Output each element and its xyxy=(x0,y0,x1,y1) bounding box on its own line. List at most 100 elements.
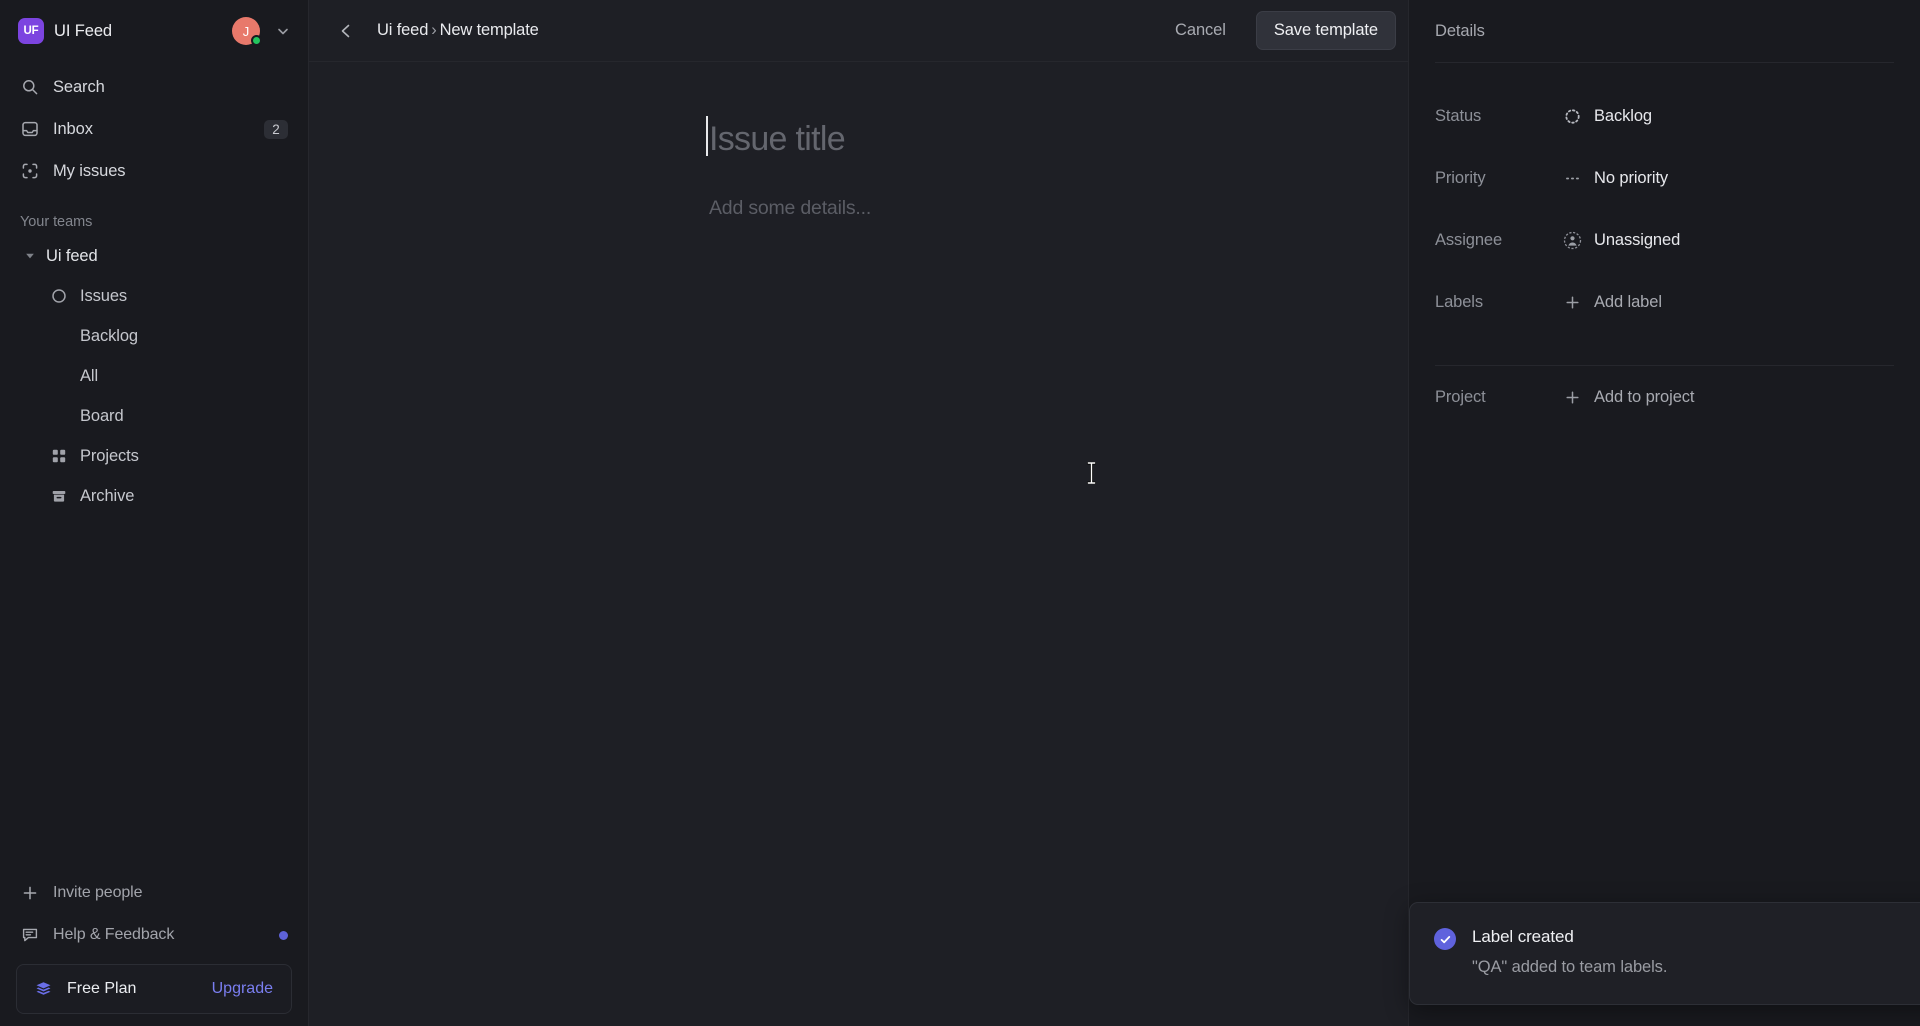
details-row-project: Project Add to project xyxy=(1435,366,1894,428)
plan-name: Free Plan xyxy=(67,980,137,997)
sidebar-item-label: All xyxy=(80,366,99,385)
unassigned-avatar-icon xyxy=(1562,230,1582,250)
status-selector[interactable]: Backlog xyxy=(1553,101,1661,131)
main-content: Ui feed › New template Cancel Save templat… xyxy=(309,0,1409,1026)
details-rows: Status Backlog Priority No priority Assi… xyxy=(1409,63,1920,428)
plan-card[interactable]: Free Plan Upgrade xyxy=(16,964,292,1014)
sidebar-item-projects[interactable]: Projects xyxy=(10,436,298,476)
inbox-icon xyxy=(20,119,40,139)
details-label: Priority xyxy=(1435,168,1486,187)
workspace-header[interactable]: UF UI Feed J xyxy=(0,0,308,62)
chevron-down-icon[interactable] xyxy=(272,20,294,42)
toast-notification: Label created "QA" added to team labels. xyxy=(1409,902,1920,1005)
details-label: Labels xyxy=(1435,292,1484,311)
sidebar-item-label: Projects xyxy=(80,446,139,465)
issue-description-placeholder: Add some details... xyxy=(709,197,872,219)
check-circle-icon xyxy=(1434,928,1456,950)
details-row-status: Status Backlog xyxy=(1435,85,1894,147)
your-teams-heading: Your teams xyxy=(20,214,93,230)
add-label-button[interactable]: Add label xyxy=(1553,287,1671,317)
add-to-project-text: Add to project xyxy=(1594,387,1695,406)
sidebar-team-ui-feed[interactable]: Ui feed xyxy=(10,236,298,276)
details-label: Status xyxy=(1435,106,1482,125)
details-label: Project xyxy=(1435,387,1486,406)
upgrade-link[interactable]: Upgrade xyxy=(212,980,273,998)
add-to-project-button[interactable]: Add to project xyxy=(1553,382,1703,412)
details-header: Details xyxy=(1435,21,1485,40)
issue-editor[interactable]: Issue title Add some details... xyxy=(309,62,1408,1026)
breadcrumb-team[interactable]: Ui feed xyxy=(377,21,428,39)
details-row-assignee: Assignee Unassigned xyxy=(1435,209,1894,271)
toast-body: Label created "QA" added to team labels. xyxy=(1472,927,1920,980)
breadcrumb: Ui feed › New template xyxy=(377,21,1145,40)
invite-people-button[interactable]: Invite people xyxy=(10,872,298,914)
details-gap xyxy=(1435,333,1894,365)
sidebar-item-archive[interactable]: Archive xyxy=(10,476,298,516)
issue-title-placeholder: Issue title xyxy=(709,120,846,158)
details-panel: Details Status Backlog Priority No prior… xyxy=(1409,0,1920,1026)
plus-icon xyxy=(1562,292,1582,312)
sidebar-item-label: Inbox xyxy=(53,119,93,138)
sidebar-item-inbox[interactable]: Inbox 2 xyxy=(10,108,298,150)
breadcrumb-separator: › xyxy=(431,21,437,39)
chevron-left-icon[interactable] xyxy=(331,16,361,46)
toast-title: Label created xyxy=(1472,927,1574,946)
priority-value: No priority xyxy=(1594,168,1669,187)
plus-icon xyxy=(20,883,40,903)
invite-people-label: Invite people xyxy=(53,884,143,901)
assignee-selector[interactable]: Unassigned xyxy=(1553,225,1689,255)
sidebar-footer: Invite people Help & Feedback Free Plan … xyxy=(0,872,308,1026)
caret-down-icon[interactable] xyxy=(22,248,38,264)
priority-selector[interactable]: No priority xyxy=(1553,163,1677,193)
plus-icon xyxy=(1562,387,1582,407)
issue-description-input[interactable]: Add some details... xyxy=(709,197,1408,220)
save-template-button[interactable]: Save template xyxy=(1255,11,1396,50)
workspace-name: UI Feed xyxy=(54,21,112,40)
toast-message: "QA" added to team labels. xyxy=(1472,958,1668,976)
status-value: Backlog xyxy=(1594,106,1653,125)
help-feedback-button[interactable]: Help & Feedback xyxy=(10,914,298,956)
text-caret xyxy=(706,116,708,156)
sidebar-team-label: Ui feed xyxy=(46,246,98,265)
sidebar-item-label: Archive xyxy=(80,486,135,505)
issue-title-input[interactable]: Issue title xyxy=(706,116,1408,162)
sidebar-item-all[interactable]: All xyxy=(10,356,298,396)
projects-grid-icon xyxy=(50,447,68,465)
help-feedback-label: Help & Feedback xyxy=(53,926,175,943)
sidebar-item-label: Search xyxy=(53,77,105,96)
sidebar: UF UI Feed J Search Inbox 2 My issues Yo… xyxy=(0,0,309,1026)
app-root: UF UI Feed J Search Inbox 2 My issues Yo… xyxy=(0,0,1920,1026)
details-label: Assignee xyxy=(1435,230,1503,249)
sidebar-item-backlog[interactable]: Backlog xyxy=(10,316,298,356)
search-icon xyxy=(20,77,40,97)
no-priority-dots-icon xyxy=(1562,168,1582,188)
backlog-dashed-circle-icon xyxy=(1562,106,1582,126)
assignee-value: Unassigned xyxy=(1594,230,1681,249)
feedback-icon xyxy=(20,925,40,945)
archive-icon xyxy=(50,487,68,505)
sidebar-item-issues[interactable]: Issues xyxy=(10,276,298,316)
workspace-logo: UF xyxy=(18,18,44,44)
primary-nav: Search Inbox 2 My issues xyxy=(0,62,308,192)
breadcrumb-page: New template xyxy=(439,21,539,39)
sidebar-item-label: Board xyxy=(80,406,124,425)
toolbar: Ui feed › New template Cancel Save templat… xyxy=(309,0,1408,62)
my-issues-icon xyxy=(20,161,40,181)
sidebar-item-label: Backlog xyxy=(80,326,139,345)
details-row-labels: Labels Add label xyxy=(1435,271,1894,333)
sidebar-item-search[interactable]: Search xyxy=(10,66,298,108)
sidebar-item-label: My issues xyxy=(53,161,126,180)
avatar[interactable]: J xyxy=(232,17,262,46)
presence-dot xyxy=(251,35,262,46)
sidebar-item-my-issues[interactable]: My issues xyxy=(10,150,298,192)
notification-dot xyxy=(279,930,288,940)
teams-nav: Ui feed Issues Backlog All Board Project… xyxy=(0,236,308,516)
cancel-button[interactable]: Cancel xyxy=(1161,13,1240,48)
details-row-priority: Priority No priority xyxy=(1435,147,1894,209)
sidebar-item-board[interactable]: Board xyxy=(10,396,298,436)
sidebar-item-label: Issues xyxy=(80,286,128,305)
circle-icon xyxy=(50,287,68,305)
layers-icon xyxy=(33,979,53,999)
mouse-ibeam-cursor xyxy=(1087,462,1096,484)
